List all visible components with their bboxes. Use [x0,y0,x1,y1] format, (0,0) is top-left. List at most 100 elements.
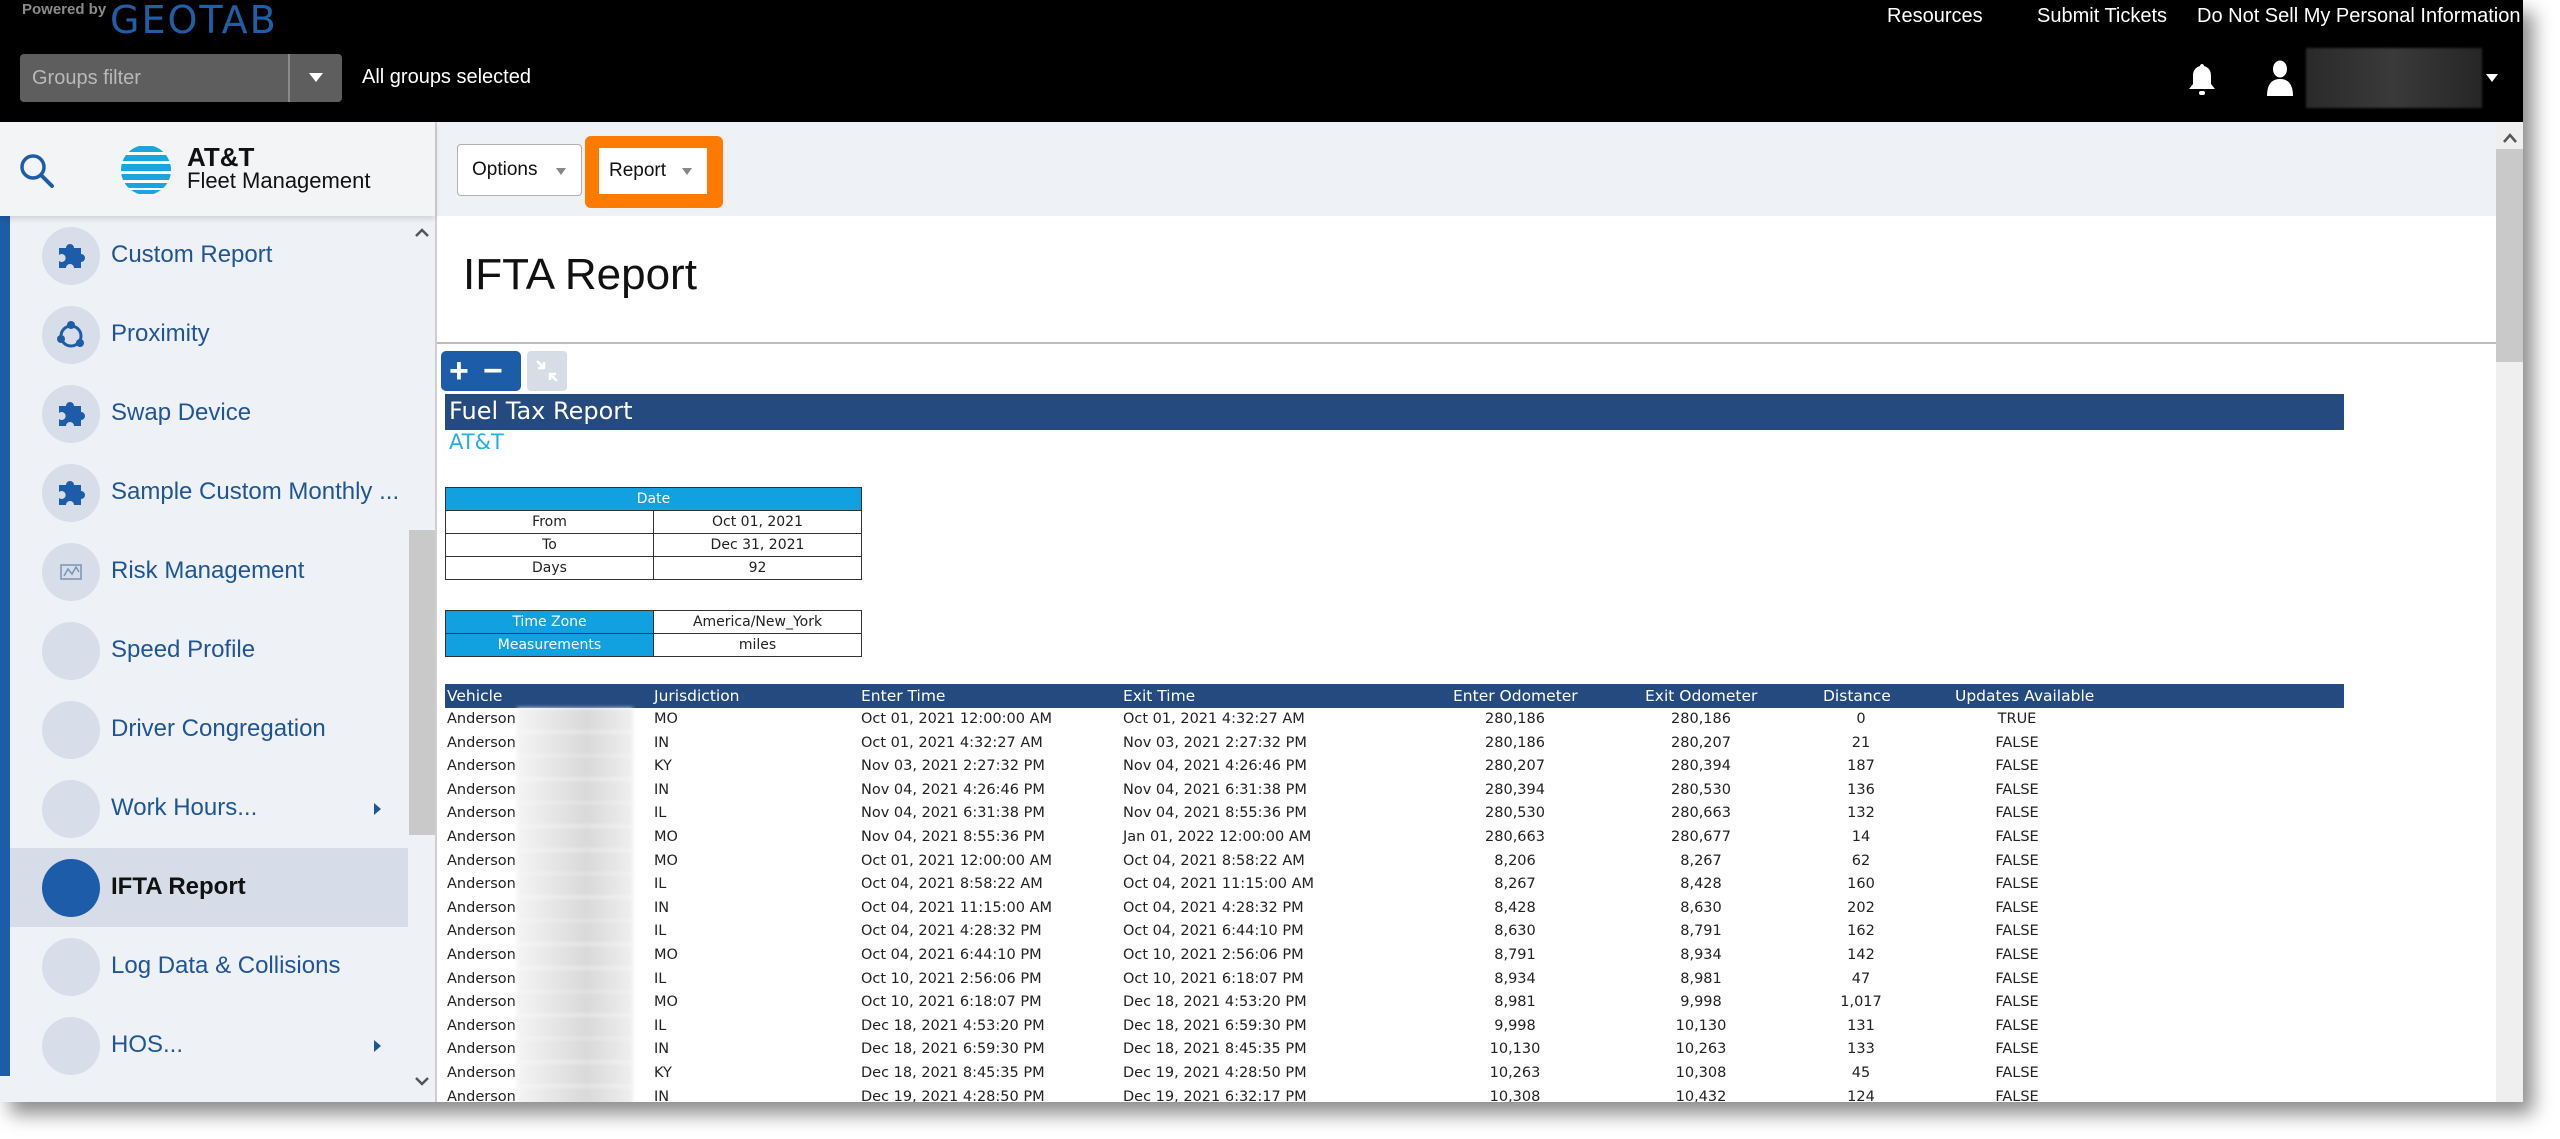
bell-icon[interactable] [2186,62,2218,96]
table-row[interactable]: Anderson IN Dec 19, 2021 4:28:50 PM Dec 19,… [445,1085,2344,1103]
enter-odometer-cell: 8,630 [1494,923,1536,940]
sidebar-item-label: Proximity [111,320,210,347]
table-row[interactable]: Anderson KY Dec 18, 2021 8:45:35 PM Dec 19,… [445,1061,2344,1086]
table-row[interactable]: Anderson MO Nov 04, 2021 8:55:36 PM Jan 01,… [445,825,2344,850]
jurisdiction-cell: MO [654,946,678,963]
column-header-vehicle[interactable]: Vehicle [447,687,502,705]
user-name-redacted[interactable] [2306,48,2482,108]
scroll-down-icon[interactable] [411,1070,433,1092]
sidebar-item-proximity[interactable]: Proximity [10,295,408,374]
scroll-up-icon[interactable] [2500,130,2520,146]
submit-tickets-link[interactable]: Submit Tickets [2037,5,2167,28]
table-row[interactable]: Anderson IN Dec 18, 2021 6:59:30 PM Dec 18,… [445,1038,2344,1063]
vehicle-cell: Anderson [447,1041,516,1058]
options-button-label: Options [472,159,538,180]
sidebar-item-hos[interactable]: HOS... [10,1006,408,1085]
vehicle-name-redacted [517,802,633,827]
exit-time-cell: Dec 18, 2021 6:59:30 PM [1123,1017,1307,1034]
enter-odometer-cell: 280,530 [1485,805,1545,822]
sidebar-item-label: HOS... [111,1031,184,1058]
sidebar-item-ifta-report[interactable]: IFTA Report [10,848,408,927]
collapse-button[interactable] [527,351,567,391]
main-scrollbar[interactable] [2496,122,2523,1102]
table-row[interactable]: Anderson IN Oct 04, 2021 11:15:00 AM Oct 04… [445,896,2344,921]
sidebar-item-sample-custom-monthly[interactable]: Sample Custom Monthly ... [10,453,408,532]
table-row[interactable]: Anderson MO Oct 01, 2021 12:00:00 AM Oct 04… [445,849,2344,874]
jurisdiction-cell: KY [654,1064,672,1081]
column-header-enter-time[interactable]: Enter Time [861,687,945,705]
report-button[interactable]: Report [599,148,707,194]
column-header-updates-available[interactable]: Updates Available [1955,687,2094,705]
column-header-exit-time[interactable]: Exit Time [1123,687,1195,705]
table-row[interactable]: Anderson MO Oct 01, 2021 12:00:00 AM Oct 01… [445,708,2344,732]
enter-odometer-cell: 280,207 [1485,758,1545,775]
zoom-in-button[interactable]: + [449,354,469,388]
setting-value: America/New_York [653,610,862,634]
exit-time-cell: Dec 18, 2021 8:45:35 PM [1123,1041,1307,1058]
exit-time-cell: Oct 01, 2021 4:32:27 AM [1123,711,1305,727]
sidebar-item-speed-profile[interactable]: Speed Profile [10,611,408,690]
vehicle-cell: Anderson [447,852,516,869]
puzzle-icon [42,464,100,522]
sidebar-item-swap-device[interactable]: Swap Device [10,374,408,453]
table-row[interactable]: Anderson MO Oct 04, 2021 6:44:10 PM Oct 10,… [445,943,2344,968]
options-button[interactable]: Options [457,144,582,196]
chevron-down-icon[interactable] [2486,74,2498,82]
report-title-band: Fuel Tax Report [445,394,2344,430]
puzzle-icon [42,385,100,443]
distance-cell: 62 [1851,852,1871,869]
table-row[interactable]: Anderson KY Nov 03, 2021 2:27:32 PM Nov 04,… [445,755,2344,780]
enter-odometer-cell: 280,394 [1485,781,1545,798]
zoom-out-button[interactable]: − [483,354,503,388]
powered-by-text: Powered by [22,1,107,18]
vehicle-cell: Anderson [447,1088,516,1103]
updates-available-cell: FALSE [1995,852,2039,869]
sidebar-item-custom-report[interactable]: Custom Report [10,216,408,295]
enter-time-cell: Oct 01, 2021 4:32:27 AM [861,734,1043,751]
table-row[interactable]: Anderson MO Oct 10, 2021 6:18:07 PM Dec 18,… [445,991,2344,1016]
table-row[interactable]: Anderson IL Oct 04, 2021 4:28:32 PM Oct 04,… [445,920,2344,945]
vehicle-name-redacted [517,825,633,850]
column-header-exit-odometer[interactable]: Exit Odometer [1645,687,1757,705]
resources-link[interactable]: Resources [1887,5,1983,28]
updates-available-cell: FALSE [1995,1041,2039,1058]
sidebar-item-driver-congregation[interactable]: Driver Congregation [10,690,408,769]
jurisdiction-cell: IN [654,1088,670,1103]
table-row[interactable]: Anderson IL Oct 04, 2021 8:58:22 AM Oct 04,… [445,873,2344,898]
table-row[interactable]: Anderson IL Dec 18, 2021 4:53:20 PM Dec 18,… [445,1014,2344,1039]
sidebar-item-log-data-collisions[interactable]: Log Data & Collisions [10,927,408,1006]
search-icon[interactable] [18,152,56,190]
jurisdiction-cell: IN [654,1041,670,1058]
vehicle-cell: Anderson [447,1017,516,1034]
sidebar-item-label: Custom Report [111,241,273,268]
distance-cell: 160 [1847,876,1875,893]
exit-odometer-cell: 280,663 [1671,805,1731,822]
groups-filter-dropdown[interactable]: Groups filter [20,54,342,102]
do-not-sell-link[interactable]: Do Not Sell My Personal Information [2197,5,2520,28]
sidebar-scrollbar-thumb[interactable] [409,530,435,835]
scroll-up-icon[interactable] [411,222,433,244]
geotab-logo[interactable]: GEOTAB [110,0,278,42]
column-header-jurisdiction[interactable]: Jurisdiction [654,687,740,705]
sidebar-item-work-hours[interactable]: Work Hours... [10,769,408,848]
column-header-enter-odometer[interactable]: Enter Odometer [1453,687,1578,705]
main-scrollbar-thumb[interactable] [2496,149,2523,362]
table-row[interactable]: Anderson IL Oct 10, 2021 2:56:06 PM Oct 10,… [445,967,2344,992]
chevron-right-icon[interactable] [374,1040,381,1052]
chevron-right-icon[interactable] [374,803,381,815]
chevron-down-icon[interactable] [309,73,323,82]
sidebar-item-label: Log Data & Collisions [111,952,341,979]
enter-time-cell: Nov 03, 2021 2:27:32 PM [861,758,1045,775]
vehicle-name-redacted [517,920,633,945]
table-row[interactable]: Anderson IN Oct 01, 2021 4:32:27 AM Nov 03,… [445,731,2344,756]
column-header-distance[interactable]: Distance [1823,687,1891,705]
exit-odometer-cell: 280,394 [1671,758,1731,775]
table-row[interactable]: Anderson IL Nov 04, 2021 6:31:38 PM Nov 04,… [445,802,2344,827]
user-icon[interactable] [2266,60,2294,96]
vehicle-cell: Anderson [447,711,516,727]
date-value: 92 [653,556,862,580]
title-divider [437,342,2496,344]
table-row[interactable]: Anderson IN Nov 04, 2021 4:26:46 PM Nov 04,… [445,778,2344,803]
groups-filter-input[interactable]: Groups filter [32,67,141,90]
sidebar-item-risk-management[interactable]: Risk Management [10,532,408,611]
